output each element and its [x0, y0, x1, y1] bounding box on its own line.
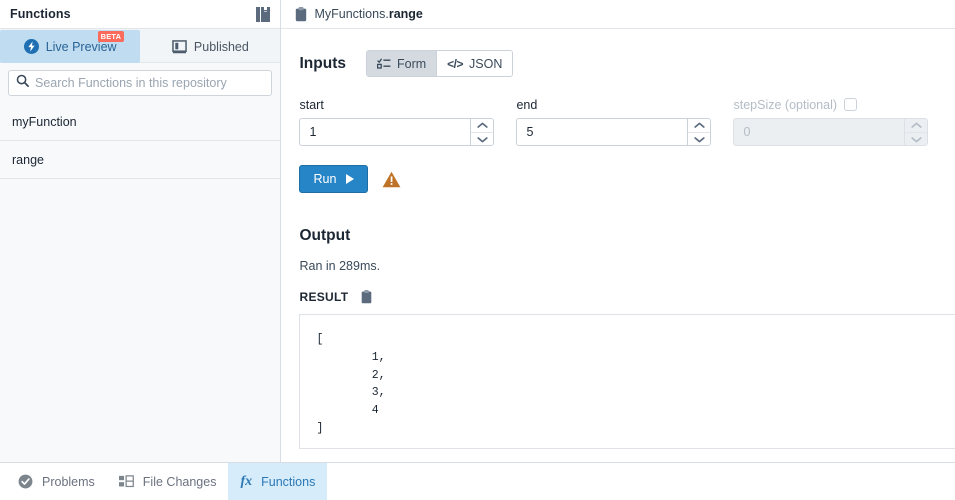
result-output-box[interactable]: [ 1, 2, 3, 4 ] — [299, 314, 955, 449]
file-changes-icon — [118, 475, 134, 488]
tab-published[interactable]: Published — [140, 30, 280, 63]
field-start-label: start — [299, 97, 324, 112]
field-end: end — [516, 97, 712, 146]
mode-json-label: JSON — [469, 56, 503, 71]
sidebar-header: Functions — [0, 0, 281, 29]
tab-live-preview[interactable]: Live Preview BETA — [0, 30, 141, 63]
status-tab-file-changes-label: File Changes — [142, 474, 217, 489]
book-icon[interactable] — [256, 6, 271, 22]
stepsize-increment-button[interactable] — [905, 119, 928, 132]
mode-json-button[interactable]: </> JSON — [436, 51, 513, 76]
start-input[interactable] — [300, 119, 470, 145]
lightning-bolt-icon — [23, 39, 39, 54]
code-brackets-icon: </> — [447, 56, 464, 71]
end-input[interactable] — [517, 119, 687, 145]
result-header: RESULT — [299, 290, 955, 304]
input-fields: start 1 end 5 stepSize (optional) 0 — [299, 97, 955, 146]
stepsize-stepper — [903, 119, 928, 145]
monitor-icon — [172, 39, 187, 54]
breadcrumb: MyFunctions.range — [281, 0, 955, 29]
sidebar-title: Functions — [10, 7, 71, 21]
check-circle-icon — [18, 474, 33, 489]
mode-form-button[interactable]: Form — [366, 51, 437, 76]
search-input[interactable] — [35, 76, 265, 90]
status-tab-problems[interactable]: Problems — [6, 463, 107, 500]
field-start: start — [299, 97, 495, 146]
start-stepper — [469, 119, 494, 145]
field-stepsize-label: stepSize (optional) — [733, 97, 838, 112]
field-end-label: end — [516, 97, 538, 112]
search-wrap — [0, 63, 281, 103]
status-tab-functions-label: Functions — [261, 474, 316, 489]
warning-triangle-icon[interactable] — [382, 171, 401, 188]
inputs-title: Inputs — [299, 54, 346, 72]
run-button-label: Run — [313, 172, 337, 186]
function-name: range — [12, 152, 44, 167]
start-decrement-button[interactable] — [470, 132, 494, 145]
inputs-header: Inputs Form </> JSON — [299, 50, 955, 77]
list-item[interactable]: myFunction — [0, 103, 281, 141]
stepsize-decrement-button[interactable] — [904, 132, 928, 145]
form-list-icon — [376, 58, 391, 69]
run-row: Run — [299, 165, 955, 193]
end-increment-button[interactable] — [688, 119, 711, 132]
status-tab-functions[interactable]: fx Functions — [228, 463, 328, 500]
breadcrumb-prefix: MyFunctions. — [314, 7, 389, 21]
output-title: Output — [299, 227, 351, 244]
main-panel: MyFunctions.range Inputs Form </> JSON s… — [281, 0, 955, 462]
function-name: myFunction — [12, 114, 77, 129]
status-bar: Problems File Changes fx Functions — [0, 462, 955, 500]
list-item[interactable]: range — [0, 140, 281, 179]
breadcrumb-name: range — [388, 7, 423, 21]
application-window: Functions Live Preview BETA Published Se… — [0, 0, 955, 500]
result-json: [ 1, 2, 3, 4 ] — [316, 333, 386, 435]
fx-icon: fx — [240, 473, 253, 489]
sidebar-tabs: Live Preview BETA Published — [0, 29, 281, 63]
search-box[interactable] — [8, 70, 273, 96]
end-stepper — [686, 119, 711, 145]
copy-result-clipboard-icon[interactable] — [361, 290, 372, 304]
input-mode-toggle: Form </> JSON — [365, 50, 514, 77]
functions-sidebar: Functions Live Preview BETA Published Se… — [0, 0, 282, 462]
start-increment-button[interactable] — [471, 119, 494, 132]
result-label: RESULT — [299, 290, 349, 304]
field-stepsize-control — [733, 118, 929, 146]
field-stepsize-label-row: stepSize (optional) — [733, 97, 928, 112]
stepsize-input[interactable] — [734, 119, 904, 145]
play-triangle-icon — [346, 174, 355, 184]
main-body: Inputs Form </> JSON start 1 end 5 stepS… — [281, 29, 955, 462]
tab-published-label: Published — [193, 39, 249, 54]
status-tab-problems-label: Problems — [42, 474, 95, 489]
function-list: myFunction range — [0, 103, 281, 462]
field-stepsize: stepSize (optional) — [733, 97, 929, 146]
run-button[interactable]: Run — [299, 165, 369, 193]
body-split: Functions Live Preview BETA Published Se… — [0, 0, 955, 462]
search-icon — [16, 74, 29, 92]
breadcrumb-text: MyFunctions.range — [314, 7, 422, 21]
status-tab-file-changes[interactable]: File Changes — [107, 463, 229, 500]
field-start-control — [299, 118, 495, 146]
mode-form-label: Form — [396, 56, 427, 71]
end-decrement-button[interactable] — [687, 132, 711, 145]
ran-duration-text: Ran in 289ms. — [299, 259, 381, 273]
clipboard-icon — [295, 6, 307, 22]
beta-badge: BETA — [97, 31, 125, 42]
field-end-control — [516, 118, 712, 146]
stepsize-enable-checkbox[interactable] — [844, 98, 858, 111]
